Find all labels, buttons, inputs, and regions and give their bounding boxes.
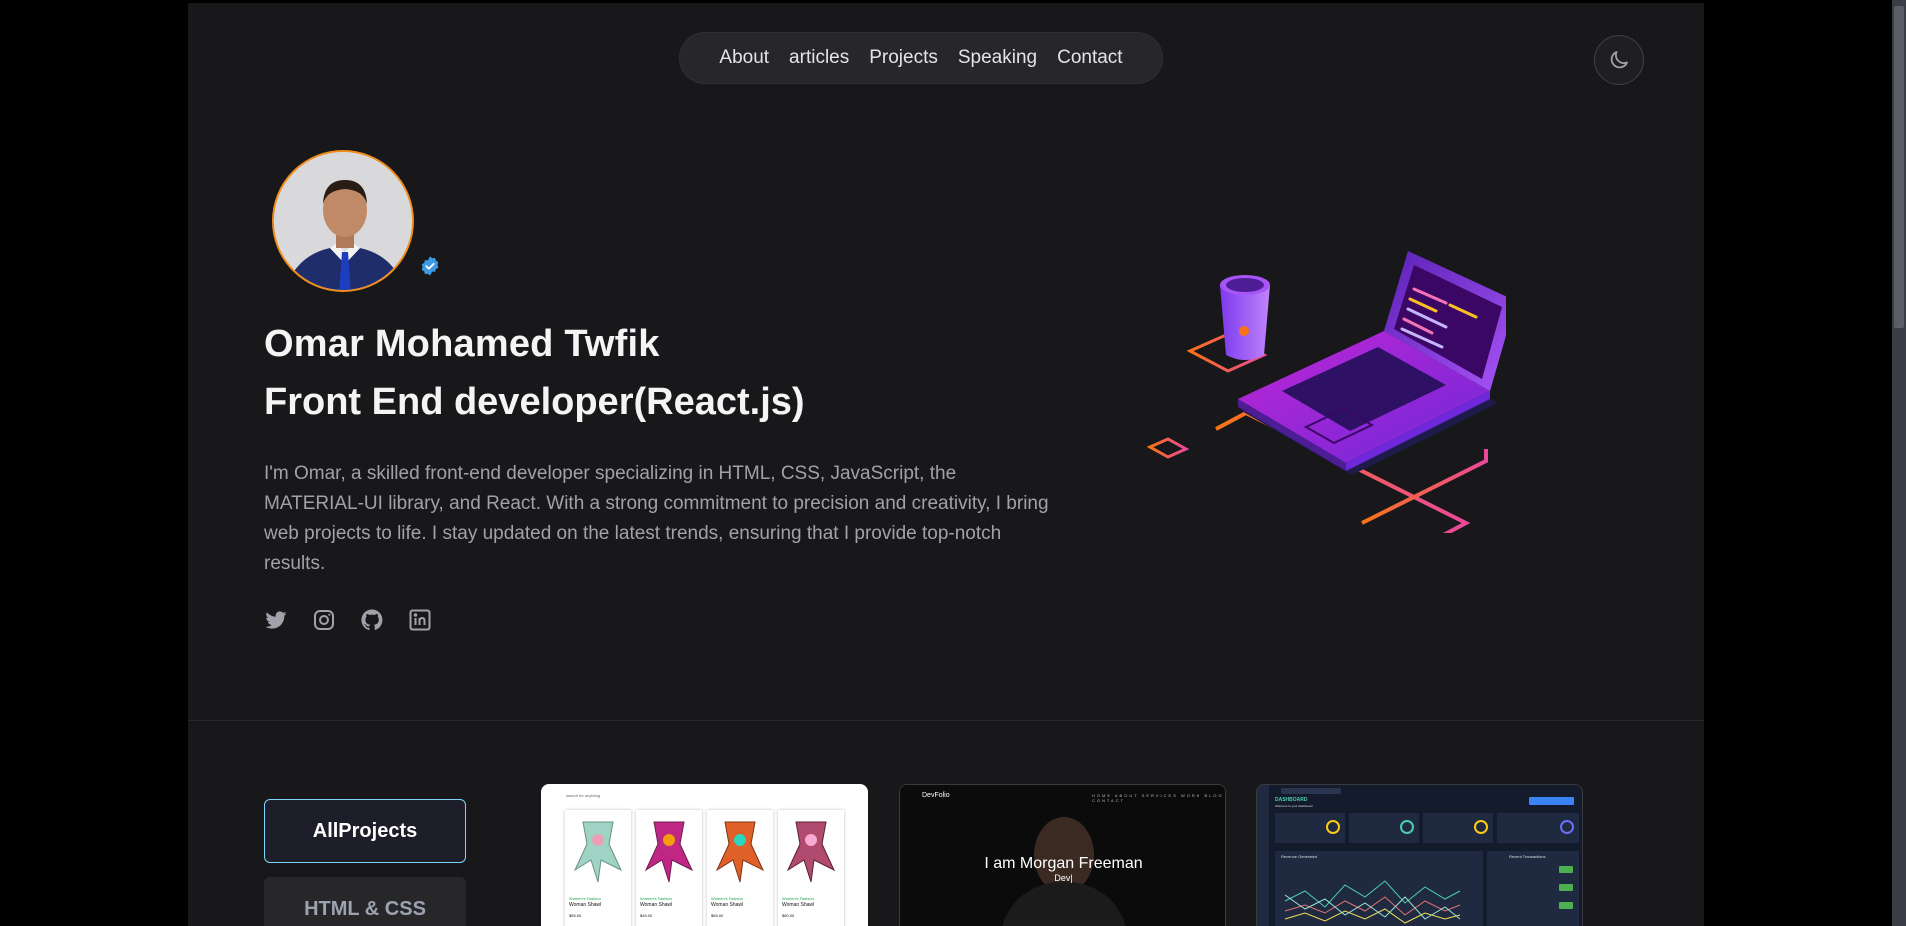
github-icon[interactable] xyxy=(360,608,384,632)
section-divider xyxy=(188,720,1704,721)
project-card-devfolio[interactable]: DevFolio HOME ABOUT SERVICES WORK BLOG C… xyxy=(899,784,1226,926)
product-card: Women's Fashion Woman Shawl $65.00 xyxy=(707,810,773,926)
dashboard-sidebar xyxy=(1257,785,1269,926)
revenue-chart: Revenue Generated xyxy=(1275,851,1483,926)
hero-name: Omar Mohamed Twfik xyxy=(264,323,660,365)
linkedin-icon[interactable] xyxy=(408,608,432,632)
instagram-icon[interactable] xyxy=(312,608,336,632)
nav-item-contact[interactable]: Contact xyxy=(1057,47,1122,69)
social-links xyxy=(264,608,432,632)
laptop-coffee-illustration xyxy=(1146,251,1506,533)
hero-role: Front End developer(React.js) xyxy=(264,381,805,423)
download-button xyxy=(1529,797,1574,805)
twitter-icon[interactable] xyxy=(264,608,288,632)
nav-item-projects[interactable]: Projects xyxy=(869,47,938,69)
product-card: Women's Fashion Woman Shawl $60.00 xyxy=(778,810,844,926)
project-card-ecommerce[interactable]: search for anything Women's Fashion Woma… xyxy=(541,784,868,926)
devfolio-brand: DevFolio xyxy=(922,792,950,799)
card-search-hint: search for anything xyxy=(566,793,601,798)
devfolio-menu: HOME ABOUT SERVICES WORK BLOG CONTACT xyxy=(1092,793,1224,803)
hero-bio: I'm Omar, a skilled front-end developer … xyxy=(264,463,1049,574)
nav-item-about[interactable]: About xyxy=(719,47,769,69)
dashboard-title: DASHBOARD xyxy=(1275,797,1308,803)
avatar xyxy=(272,150,414,292)
nav-item-articles[interactable]: articles xyxy=(789,47,849,69)
dashboard-search xyxy=(1281,788,1341,794)
recent-transactions: Recent Transactions xyxy=(1487,851,1579,926)
scrollbar-thumb[interactable] xyxy=(1894,6,1904,328)
verified-badge-icon xyxy=(421,256,439,276)
page-container: About articles Projects Speaking Contact xyxy=(188,3,1704,926)
stat-box xyxy=(1275,813,1345,843)
stat-box xyxy=(1423,813,1493,843)
project-card-dashboard[interactable]: DASHBOARD Welcome to your dashboard Reve… xyxy=(1256,784,1583,926)
nav-item-speaking[interactable]: Speaking xyxy=(958,47,1037,69)
product-card: Women's Fashion Woman Shawl $45.00 xyxy=(636,810,702,926)
product-card: Women's Fashion Woman Shawl $55.00 xyxy=(565,810,631,926)
devfolio-subtitle: Dev| xyxy=(1054,873,1073,883)
filter-html-css-button[interactable]: HTML & CSS xyxy=(264,877,466,926)
moon-icon xyxy=(1610,51,1628,69)
top-navigation: About articles Projects Speaking Contact xyxy=(679,32,1163,84)
dashboard-subtitle: Welcome to your dashboard xyxy=(1275,804,1313,808)
devfolio-headline: I am Morgan Freeman xyxy=(984,855,1143,872)
vertical-scrollbar[interactable] xyxy=(1892,0,1906,926)
stat-box xyxy=(1497,813,1579,843)
theme-toggle-button[interactable] xyxy=(1594,35,1644,85)
stat-box xyxy=(1349,813,1419,843)
filter-all-projects-button[interactable]: AllProjects xyxy=(264,799,466,863)
